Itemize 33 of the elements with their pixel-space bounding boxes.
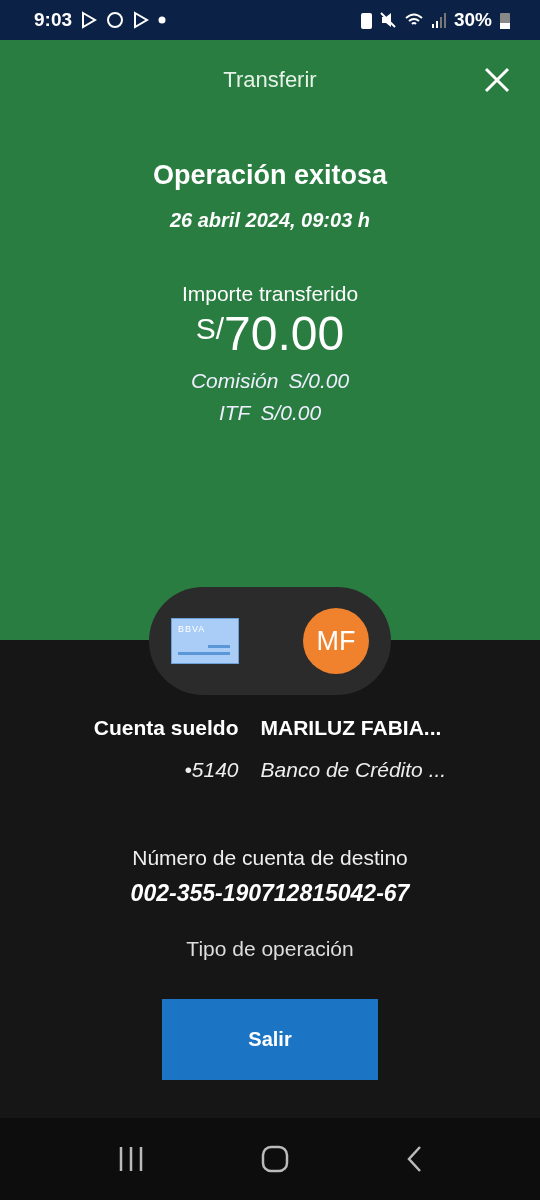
recipient-avatar: MF bbox=[303, 608, 369, 674]
back-icon[interactable] bbox=[405, 1145, 422, 1173]
recipient-bank: Banco de Crédito ... bbox=[260, 758, 447, 782]
dot-icon bbox=[158, 16, 167, 24]
recipient-name: MARILUZ FABIA... bbox=[260, 716, 443, 740]
card-lines-icon bbox=[178, 645, 230, 655]
origin-account-number: •5140 bbox=[183, 758, 239, 782]
detail-label: Número de cuenta de destino bbox=[132, 846, 408, 870]
detail-label: Tipo de operación bbox=[186, 937, 354, 961]
close-button[interactable] bbox=[484, 67, 510, 93]
card-logo: BBVA bbox=[178, 624, 206, 634]
fee-label: Comisión bbox=[190, 369, 279, 393]
exit-button[interactable]: Salir bbox=[162, 998, 378, 1080]
fee-value: S/0.00 bbox=[260, 401, 322, 425]
battery-icon bbox=[500, 11, 510, 29]
amount-value: 70.00 bbox=[224, 306, 345, 361]
home-icon[interactable] bbox=[261, 1145, 289, 1173]
detail-value: 002-355-190712815042-67 bbox=[130, 880, 410, 907]
screen-title: Transferir bbox=[223, 67, 317, 93]
mute-icon bbox=[379, 12, 396, 28]
origin-account-name: Cuenta sueldo bbox=[93, 716, 239, 740]
play-store-icon bbox=[132, 11, 151, 29]
amount-label: Importe transferido bbox=[181, 282, 359, 306]
currency-symbol: S/ bbox=[195, 312, 225, 345]
signal-icon bbox=[431, 12, 446, 28]
battery-percentage: 30% bbox=[453, 9, 492, 31]
success-title: Operación exitosa bbox=[152, 160, 388, 191]
fee-label: ITF bbox=[218, 401, 251, 425]
status-time: 9:03 bbox=[34, 9, 73, 31]
operation-date: 26 abril 2024, 09:03 h bbox=[169, 209, 371, 232]
play-store-icon bbox=[80, 11, 99, 29]
recent-apps-icon[interactable] bbox=[118, 1147, 145, 1171]
fee-value: S/0.00 bbox=[288, 369, 350, 393]
